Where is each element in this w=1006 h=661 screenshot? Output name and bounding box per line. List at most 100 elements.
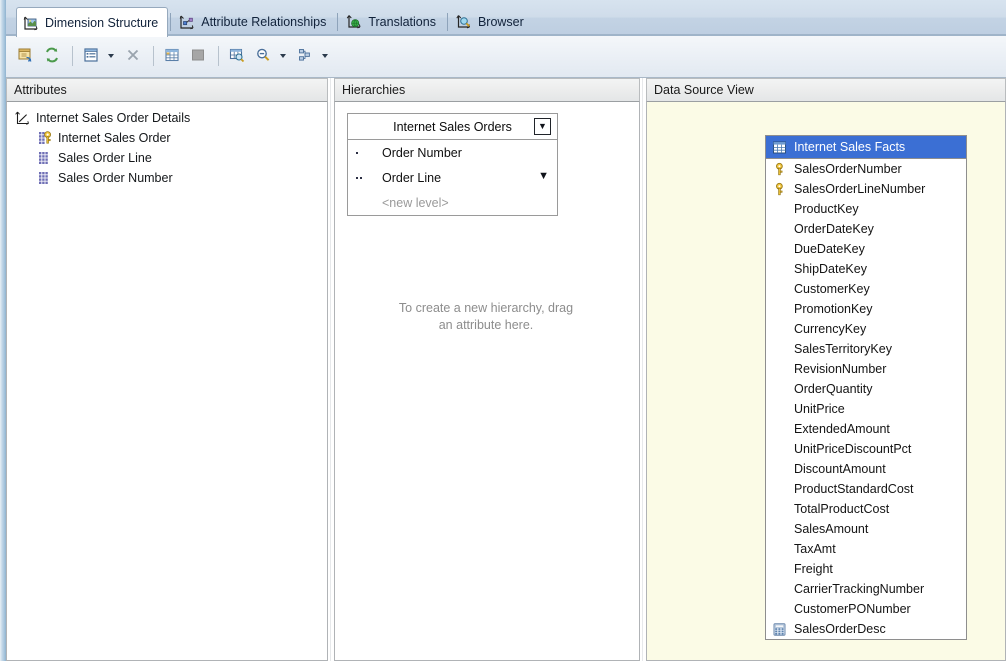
no-icon (772, 262, 787, 277)
attribute-icon (37, 170, 53, 186)
dsv-column-row[interactable]: CustomerKey (766, 279, 966, 299)
diagram-layout-button[interactable] (293, 44, 317, 68)
dsv-column-row[interactable]: TaxAmt (766, 539, 966, 559)
expand-all-icon[interactable]: ▼ (534, 118, 551, 135)
hierarchy-level-order-number[interactable]: Order Number (348, 140, 557, 165)
dsv-column-row[interactable]: SalesTerritoryKey (766, 339, 966, 359)
dsv-table-header[interactable]: Internet Sales Facts (766, 136, 966, 159)
dsv-column-row[interactable]: ProductKey (766, 199, 966, 219)
tree-item-sales-order-line[interactable]: Sales Order Line (15, 148, 327, 168)
dsv-column-row[interactable]: SalesAmount (766, 519, 966, 539)
dsv-column-row[interactable]: PromotionKey (766, 299, 966, 319)
panel-title: Attributes (14, 83, 67, 97)
diagram-layout-dropdown[interactable] (319, 45, 331, 67)
hierarchies-panel-body[interactable]: Internet Sales Orders ▼ Order Number Ord… (334, 102, 640, 661)
delete-button[interactable] (121, 44, 145, 68)
grid-icon (163, 46, 181, 67)
level-depth-indicator (356, 140, 382, 166)
no-icon (772, 422, 787, 437)
hierarchy-card[interactable]: Internet Sales Orders ▼ Order Number Ord… (347, 113, 558, 216)
dimension-structure-icon (23, 15, 39, 31)
chevron-double-down-icon[interactable]: ▼ (538, 171, 549, 182)
dsv-column-row[interactable]: RevisionNumber (766, 359, 966, 379)
dsv-column-row[interactable]: SalesOrderNumber (766, 159, 966, 179)
dsv-column-row[interactable]: OrderQuantity (766, 379, 966, 399)
hint-line-1: To create a new hierarchy, drag (398, 301, 574, 315)
attributes-panel-header: Attributes (6, 78, 328, 102)
dimension-icon (15, 110, 31, 126)
dsv-column-name: SalesTerritoryKey (794, 342, 892, 356)
tree-item-label: Sales Order Number (58, 171, 173, 185)
dsv-table-internet-sales-facts[interactable]: Internet Sales Facts SalesOrderNumber Sa… (765, 135, 967, 640)
attributes-panel-body[interactable]: Internet Sales Order Details Internet Sa… (6, 102, 328, 661)
hierarchy-level-label: Order Line (382, 170, 442, 185)
dsv-column-name: ProductKey (794, 202, 859, 216)
show-attributes-in-dropdown[interactable] (105, 45, 117, 67)
dsv-column-row[interactable]: CarrierTrackingNumber (766, 579, 966, 599)
tree-item-sales-order-number[interactable]: Sales Order Number (15, 168, 327, 188)
no-icon (772, 482, 787, 497)
no-icon (772, 362, 787, 377)
hierarchy-title-bar[interactable]: Internet Sales Orders ▼ (348, 114, 557, 140)
tab-separator (337, 13, 339, 31)
dsv-panel-body[interactable]: Internet Sales Facts SalesOrderNumber Sa… (646, 102, 1006, 661)
new-level-placeholder[interactable]: <new level> (348, 190, 557, 215)
zoom-out-button[interactable] (251, 44, 275, 68)
level-dot (356, 152, 358, 154)
hierarchies-panel: Hierarchies Internet Sales Orders ▼ Orde… (334, 78, 640, 661)
no-icon (772, 302, 787, 317)
tab-translations[interactable]: Translations (340, 8, 445, 36)
tab-browser[interactable]: Browser (450, 8, 533, 36)
dsv-column-name: SalesOrderLineNumber (794, 182, 926, 196)
dsv-column-row[interactable]: Freight (766, 559, 966, 579)
dsv-column-row[interactable]: UnitPriceDiscountPct (766, 439, 966, 459)
tab-label: Browser (477, 15, 524, 29)
dsv-column-row[interactable]: ProductStandardCost (766, 479, 966, 499)
dsv-column-row[interactable]: DiscountAmount (766, 459, 966, 479)
new-attribute-button[interactable] (14, 44, 38, 68)
no-icon (772, 242, 787, 257)
attributes-tree: Internet Sales Order Details Internet Sa… (7, 102, 327, 188)
toolbar-separator (153, 46, 154, 66)
dsv-column-row[interactable]: DueDateKey (766, 239, 966, 259)
dsv-column-name: SalesAmount (794, 522, 869, 536)
tab-dimension-structure[interactable]: Dimension Structure (16, 7, 169, 37)
primary-key-icon (772, 162, 787, 177)
dsv-column-name: SalesOrderDesc (794, 622, 886, 636)
dsv-column-name: ExtendedAmount (794, 422, 890, 436)
no-icon (772, 542, 787, 557)
dsv-column-row[interactable]: CurrencyKey (766, 319, 966, 339)
hierarchy-drop-hint: To create a new hierarchy, drag an attri… (347, 300, 625, 334)
dsv-column-name: SalesOrderNumber (794, 162, 902, 176)
process-button[interactable] (40, 44, 64, 68)
tree-root-dimension[interactable]: Internet Sales Order Details (15, 108, 327, 128)
dsv-column-row[interactable]: CustomerPONumber (766, 599, 966, 619)
dsv-column-row[interactable]: ExtendedAmount (766, 419, 966, 439)
dsv-column-name: ProductStandardCost (794, 482, 914, 496)
dsv-column-row[interactable]: ShipDateKey (766, 259, 966, 279)
dsv-column-row[interactable]: TotalProductCost (766, 499, 966, 519)
calculated-column-icon (772, 622, 787, 637)
level-depth-indicator (356, 165, 382, 191)
no-icon (772, 402, 787, 417)
process-refresh-icon (43, 46, 61, 67)
hierarchy-title: Internet Sales Orders (393, 119, 512, 134)
show-attributes-in-button[interactable] (79, 44, 103, 68)
tab-attribute-relationships[interactable]: Attribute Relationships (173, 8, 335, 36)
fill-color-button[interactable] (186, 44, 210, 68)
dsv-column-row[interactable]: SalesOrderLineNumber (766, 179, 966, 199)
zoom-dropdown[interactable] (277, 45, 289, 67)
show-grid-button[interactable] (160, 44, 184, 68)
dsv-column-row[interactable]: UnitPrice (766, 399, 966, 419)
translations-icon (346, 14, 362, 30)
hierarchy-level-order-line[interactable]: Order Line ▼ (348, 165, 557, 190)
dsv-column-row[interactable]: OrderDateKey (766, 219, 966, 239)
browser-icon (456, 14, 472, 30)
tree-root-label: Internet Sales Order Details (36, 111, 191, 125)
find-table-button[interactable] (225, 44, 249, 68)
solid-square-icon (189, 46, 207, 67)
tree-item-internet-sales-order[interactable]: Internet Sales Order (15, 128, 327, 148)
data-source-view-panel: Data Source View Internet Sales Facts Sa… (646, 78, 1006, 661)
table-icon (772, 140, 787, 155)
dsv-column-row[interactable]: SalesOrderDesc (766, 619, 966, 639)
